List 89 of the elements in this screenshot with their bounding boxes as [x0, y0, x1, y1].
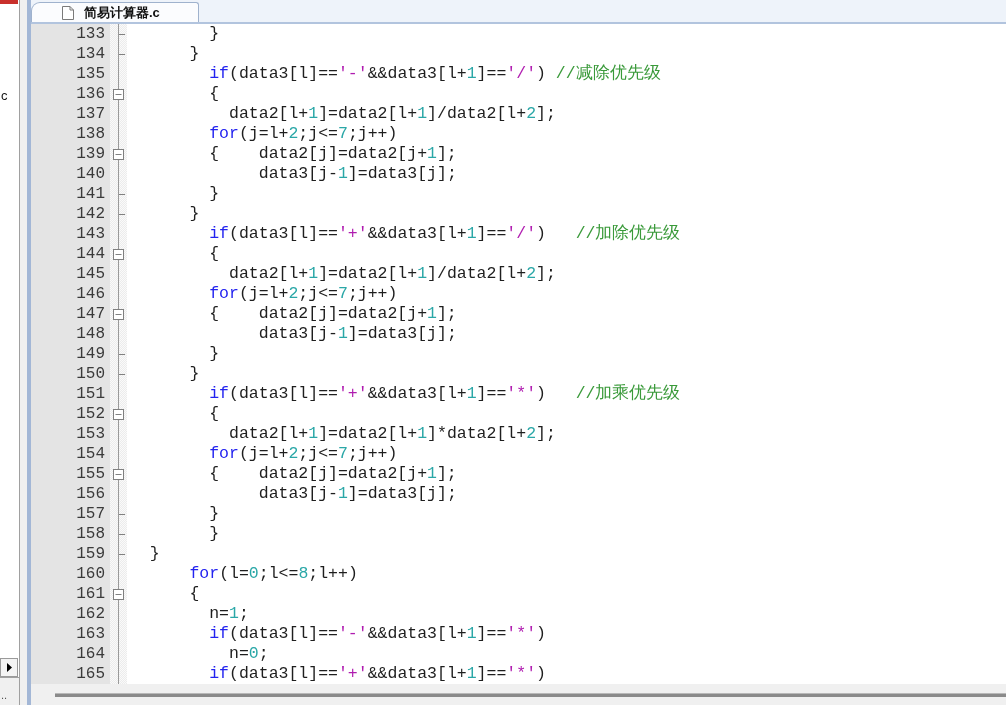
code-line: }: [209, 504, 220, 523]
line-number: 142: [76, 205, 105, 223]
code-line: for(l=0;l<=8;l++): [189, 564, 358, 583]
status-text: ..: [0, 689, 8, 703]
line-number: 148: [76, 325, 105, 343]
code-line: n=0;: [229, 644, 269, 663]
line-number: 152: [76, 405, 105, 423]
line-number: 163: [76, 625, 105, 643]
line-number: 147: [76, 305, 105, 323]
fold-end-tick-icon: [119, 53, 125, 55]
right-triangle-icon: [6, 663, 12, 672]
line-number: 141: [76, 185, 105, 203]
code-line: { data2[j]=data2[j+1];: [209, 464, 457, 483]
line-number: 149: [76, 345, 105, 363]
code-line: if(data3[l]=='-'&&data3[l+1]=='/') //减除优先级: [209, 64, 661, 83]
code-line: data2[l+1]=data2[l+1]*data2[l+2];: [229, 424, 556, 443]
fold-end-tick-icon: [119, 193, 125, 195]
line-number: 137: [76, 105, 105, 123]
code-line: { data2[j]=data2[j+1];: [209, 304, 457, 323]
code-line: {: [189, 584, 200, 603]
code-line: if(data3[l]=='-'&&data3[l+1]=='*'): [209, 624, 546, 643]
line-number: 162: [76, 605, 105, 623]
minus-box-icon[interactable]: [113, 588, 124, 600]
code-line: {: [209, 244, 220, 263]
line-number: 138: [76, 125, 105, 143]
fold-end-tick-icon: [119, 513, 125, 515]
line-number: 146: [76, 285, 105, 303]
code-line: n=1;: [209, 604, 249, 623]
line-number: 153: [76, 425, 105, 443]
code-line: for(j=l+2;j<=7;j++): [209, 124, 398, 143]
code-line: }: [209, 344, 220, 363]
line-number: 140: [76, 165, 105, 183]
line-number: 133: [76, 25, 105, 43]
line-number: 160: [76, 565, 105, 583]
code-line: {: [209, 84, 220, 103]
scroll-right-button[interactable]: [0, 658, 18, 677]
line-number: 143: [76, 225, 105, 243]
code-line: data3[j-1]=data3[j];: [258, 484, 457, 503]
fold-end-tick-icon: [119, 373, 125, 375]
code-line: }: [149, 544, 160, 563]
minus-box-icon[interactable]: [113, 248, 124, 260]
line-number: 157: [76, 505, 105, 523]
code-line: }: [189, 364, 200, 383]
line-number: 151: [76, 385, 105, 403]
code-line: }: [189, 44, 200, 63]
line-number: 145: [76, 265, 105, 283]
code-line: }: [209, 184, 220, 203]
line-number: 164: [76, 645, 105, 663]
file-tab[interactable]: 简易计算器.c: [31, 2, 199, 22]
line-number: 156: [76, 485, 105, 503]
line-number: 135: [76, 65, 105, 83]
code-line: data3[j-1]=data3[j];: [258, 164, 457, 183]
line-number: 139: [76, 145, 105, 163]
code-line: }: [189, 204, 200, 223]
minus-box-icon[interactable]: [113, 308, 124, 320]
minus-box-icon[interactable]: [113, 408, 124, 420]
line-number: 155: [76, 465, 105, 483]
code-line: if(data3[l]=='+'&&data3[l+1]=='*'): [209, 664, 546, 683]
fold-end-tick-icon: [119, 533, 125, 535]
line-number: 134: [76, 45, 105, 63]
line-number: 154: [76, 445, 105, 463]
line-number: 159: [76, 545, 105, 563]
minus-box-icon[interactable]: [113, 88, 124, 100]
code-line: data3[j-1]=data3[j];: [258, 324, 457, 343]
line-number: 161: [76, 585, 105, 603]
minus-box-icon[interactable]: [113, 468, 124, 480]
line-number: 136: [76, 85, 105, 103]
code-line: {: [209, 404, 220, 423]
fold-end-tick-icon: [119, 353, 125, 355]
line-number: 150: [76, 365, 105, 383]
code-line: }: [209, 524, 220, 543]
code-line: if(data3[l]=='+'&&data3[l+1]=='/') //加除优先级: [209, 224, 681, 243]
scrollbar-thumb[interactable]: [55, 692, 1006, 697]
fold-end-tick-icon: [119, 33, 125, 35]
fold-end-tick-icon: [119, 213, 125, 215]
line-number: 144: [76, 245, 105, 263]
code-line: }: [209, 24, 220, 43]
fold-end-tick-icon: [119, 553, 125, 555]
code-line: if(data3[l]=='+'&&data3[l+1]=='*') //加乘优先级: [209, 384, 681, 403]
line-number: 165: [76, 665, 105, 683]
line-number: 158: [76, 525, 105, 543]
code-line: for(j=l+2;j<=7;j++): [209, 444, 398, 463]
document-icon: [62, 5, 74, 20]
code-line: { data2[j]=data2[j+1];: [209, 144, 457, 163]
code-line: data2[l+1]=data2[l+1]/data2[l+2];: [229, 264, 556, 283]
minus-box-icon[interactable]: [113, 148, 124, 160]
file-name-text: c: [0, 88, 8, 103]
code-line: for(j=l+2;j<=7;j++): [209, 284, 398, 303]
code-line: data2[l+1]=data2[l+1]/data2[l+2];: [229, 104, 556, 123]
